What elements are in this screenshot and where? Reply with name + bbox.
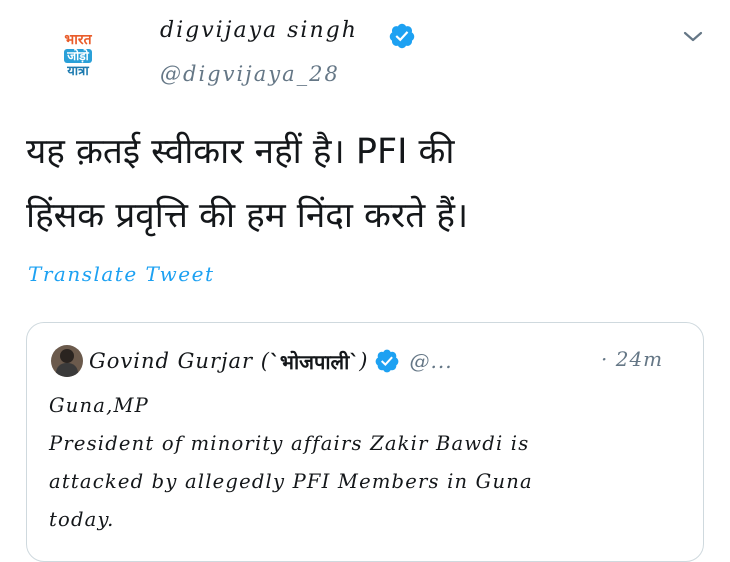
quoted-tweet-card[interactable]: Govind Gurjar ( `भोजपाली` ) @... · 24m G… <box>26 322 704 562</box>
avatar-text-jodo: जोड़ो <box>64 48 92 63</box>
author-handle[interactable]: @digvijaya_28 <box>160 62 340 86</box>
author-display-name[interactable]: digvijaya singh <box>160 18 358 43</box>
quoted-author-name-hindi: `भोजपाली` <box>269 349 360 374</box>
tweet-menu-button[interactable] <box>676 20 710 54</box>
tweet-header: भारत जोड़ो यात्रा digvijaya singh @digvi… <box>0 0 730 110</box>
chevron-down-icon <box>683 31 703 42</box>
quoted-tweet-timestamp[interactable]: · 24m <box>601 347 663 371</box>
author-avatar[interactable]: भारत जोड़ो यात्रा <box>52 26 104 84</box>
quoted-author-name-close: ) <box>359 349 368 373</box>
quoted-author-handle: @... <box>409 349 453 373</box>
quoted-tweet-text: Guna,MP President of minority affairs Za… <box>49 394 533 531</box>
quoted-author-avatar[interactable] <box>51 345 83 377</box>
quoted-tweet-header: Govind Gurjar ( `भोजपाली` ) @... <box>89 343 453 379</box>
avatar-body-shape <box>56 363 78 377</box>
verified-badge-icon <box>389 23 415 49</box>
translate-tweet-link[interactable]: Translate Tweet <box>28 262 214 286</box>
tweet-text: यह क़तई स्वीकार नहीं है। PFI की हिंसक प्… <box>26 132 469 236</box>
avatar-text-bharat: भारत <box>64 31 92 48</box>
avatar-text-yatra: यात्रा <box>67 63 89 79</box>
avatar-head-shape <box>60 349 74 363</box>
quoted-author-name: Govind Gurjar ( <box>89 349 270 373</box>
verified-badge-icon <box>375 349 398 373</box>
